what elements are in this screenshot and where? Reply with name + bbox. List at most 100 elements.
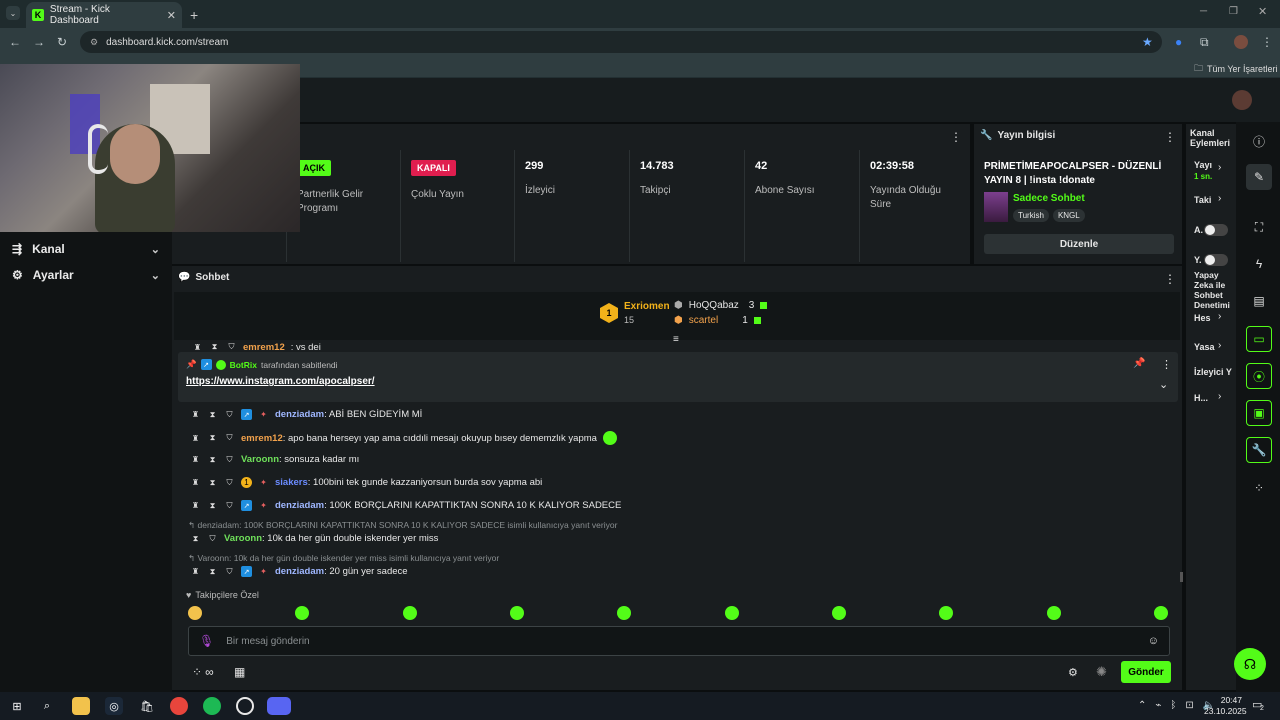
leaderboard-first-name[interactable]: Exriomen	[624, 301, 670, 312]
clock[interactable]: 20:47 23.10.2025	[1204, 695, 1247, 717]
address-bar[interactable]: ⚙ dashboard.kick.com/stream	[80, 31, 1162, 53]
profile-avatar[interactable]	[1234, 35, 1248, 49]
reply-context[interactable]: ↰ denziadam: 100K BORÇLARINI KAPATTIKTAN…	[188, 520, 617, 531]
store-icon[interactable]: ▦	[234, 665, 245, 679]
maximize-icon[interactable]: ❐	[1229, 6, 1238, 17]
action-label[interactable]: Taki	[1194, 195, 1211, 205]
spotify-icon[interactable]	[203, 697, 221, 715]
category-thumbnail[interactable]	[984, 192, 1008, 222]
edit-stream-button[interactable]: Düzenle	[984, 234, 1174, 254]
chat-username[interactable]: emrem12	[243, 342, 285, 352]
chevron-right-icon[interactable]: ›	[1218, 162, 1221, 173]
emote-icon[interactable]	[724, 606, 739, 620]
chrome-icon[interactable]	[170, 697, 188, 715]
action-label[interactable]: H...	[1194, 393, 1208, 403]
action-label[interactable]: Yayı	[1194, 160, 1212, 170]
obs-icon[interactable]	[236, 697, 254, 715]
action-label[interactable]: Hes	[1194, 313, 1211, 323]
pinned-link[interactable]: https://www.instagram.com/apocalpser/	[186, 376, 375, 387]
close-tab-icon[interactable]: ✕	[167, 9, 176, 22]
close-window-icon[interactable]: ✕	[1258, 5, 1267, 18]
pinned-by-user[interactable]: BotRix	[230, 360, 257, 370]
chat-menu-icon[interactable]: ⋮	[1164, 272, 1176, 286]
emote-icon[interactable]	[939, 606, 954, 620]
tab-search-button[interactable]: ⌄	[6, 6, 20, 20]
network-icon[interactable]: ⊡	[1185, 700, 1193, 711]
search-icon[interactable]: ⌕	[38, 697, 56, 715]
chat-input[interactable]: 🎙 Bir mesaj gönderin ☺	[188, 626, 1170, 656]
chat-username[interactable]: emrem12	[241, 433, 283, 444]
sidebar-item-ayarlar[interactable]: ⚙ Ayarlar ⌄	[12, 268, 160, 282]
chat-username[interactable]: denziadam	[275, 500, 324, 511]
bot-icon[interactable]: ✺	[1096, 664, 1107, 680]
category-link[interactable]: Sadece Sohbet	[1013, 193, 1085, 204]
emote-icon[interactable]	[1046, 606, 1061, 620]
action-label[interactable]: Yasa	[1194, 342, 1215, 352]
extensions-puzzle-icon[interactable]: ⧉	[1200, 35, 1209, 50]
points-icon[interactable]: ⁘	[1246, 475, 1272, 501]
info-menu-icon[interactable]: ⋮	[1164, 130, 1176, 144]
bluetooth-icon[interactable]: ᛒ	[1170, 700, 1176, 711]
pencil-icon[interactable]: ✎	[1246, 164, 1272, 190]
chevron-right-icon[interactable]: ›	[1218, 391, 1221, 402]
pinned-menu-icon[interactable]: ⋮	[1161, 358, 1172, 371]
reply-context[interactable]: ↰ Varoonn: 10k da her gün double iskende…	[188, 553, 499, 564]
extension-icon[interactable]: ●	[1175, 35, 1182, 49]
chat-username[interactable]: Varoonn	[241, 454, 279, 465]
layout-icon[interactable]: ▣	[1246, 400, 1272, 426]
leaderboard-third[interactable]: ⬢ scartel 1	[674, 315, 761, 326]
info-icon[interactable]: ⓘ	[1246, 128, 1272, 154]
emote-icon[interactable]	[402, 606, 417, 620]
document-icon[interactable]: ▤	[1246, 288, 1272, 314]
new-tab-icon[interactable]: +	[190, 7, 198, 23]
toggle-switch[interactable]	[1204, 224, 1228, 236]
action-label[interactable]: İzleyici Y	[1194, 367, 1232, 377]
emote-icon[interactable]	[1153, 606, 1168, 620]
store-icon[interactable]: 🛍	[138, 697, 156, 715]
chat-username[interactable]: Varoonn	[224, 533, 262, 544]
chevron-up-icon[interactable]: ⌃	[1138, 700, 1146, 711]
emoji-picker-icon[interactable]: ☺	[1148, 635, 1159, 647]
lightning-icon[interactable]: ϟ	[1246, 251, 1272, 277]
all-bookmarks-folder[interactable]: 🗀 Tüm Yer İşaretleri	[1194, 61, 1278, 77]
chevron-right-icon[interactable]: ›	[1218, 193, 1221, 204]
chat-settings-icon[interactable]: ⚙	[1068, 666, 1078, 679]
minimize-icon[interactable]: ─	[1200, 6, 1207, 17]
reload-icon[interactable]: ↻	[57, 35, 67, 49]
chat-username[interactable]: siakers	[275, 477, 308, 488]
fullscreen-icon[interactable]: ⛶	[1246, 214, 1272, 240]
collapse-leaderboard-icon[interactable]: ≡	[673, 334, 679, 345]
browser-tab[interactable]: K Stream - Kick Dashboard ✕	[26, 2, 182, 28]
wrench-icon[interactable]: 🔧	[1246, 437, 1272, 463]
microphone-icon[interactable]: 🎙	[199, 634, 214, 648]
back-icon[interactable]: ←	[9, 35, 21, 49]
browser-menu-icon[interactable]: ⋮	[1261, 35, 1273, 49]
channel-points-button[interactable]: ⁘ ∞	[192, 665, 214, 679]
file-explorer-icon[interactable]	[72, 697, 90, 715]
broadcast-icon[interactable]: ⦿	[1246, 363, 1272, 389]
emote-icon[interactable]	[509, 606, 524, 620]
discord-icon[interactable]	[267, 697, 291, 715]
bookmark-star-icon[interactable]: ★	[1142, 35, 1153, 49]
expand-pinned-icon[interactable]: ⌄	[1159, 378, 1168, 391]
steam-icon[interactable]: ◎	[105, 697, 123, 715]
chevron-right-icon[interactable]: ›	[1218, 340, 1221, 351]
stats-menu-icon[interactable]: ⋮	[950, 130, 962, 144]
emote-icon[interactable]	[617, 606, 632, 620]
leaderboard-second[interactable]: ⬢ HoQQabaz 3	[674, 300, 768, 311]
notifications-icon[interactable]: ▭ 2	[1252, 698, 1264, 712]
usb-icon[interactable]: ⌁	[1155, 700, 1161, 711]
emote-icon[interactable]	[295, 606, 310, 620]
emote-icon[interactable]	[188, 606, 202, 620]
chat-scrollbar[interactable]	[1180, 572, 1183, 582]
support-button[interactable]: ☊	[1234, 648, 1266, 680]
site-info-icon[interactable]: ⚙	[90, 37, 98, 48]
forward-icon[interactable]: →	[33, 35, 45, 49]
send-button[interactable]: Gönder	[1121, 661, 1171, 683]
chevron-right-icon[interactable]: ›	[1218, 311, 1221, 322]
emote-icon[interactable]	[831, 606, 846, 620]
chat-icon[interactable]: ▭	[1246, 326, 1272, 352]
user-avatar[interactable]	[1232, 90, 1252, 110]
toggle-switch[interactable]	[1204, 254, 1228, 266]
unpin-icon[interactable]: 📌	[1133, 358, 1145, 369]
